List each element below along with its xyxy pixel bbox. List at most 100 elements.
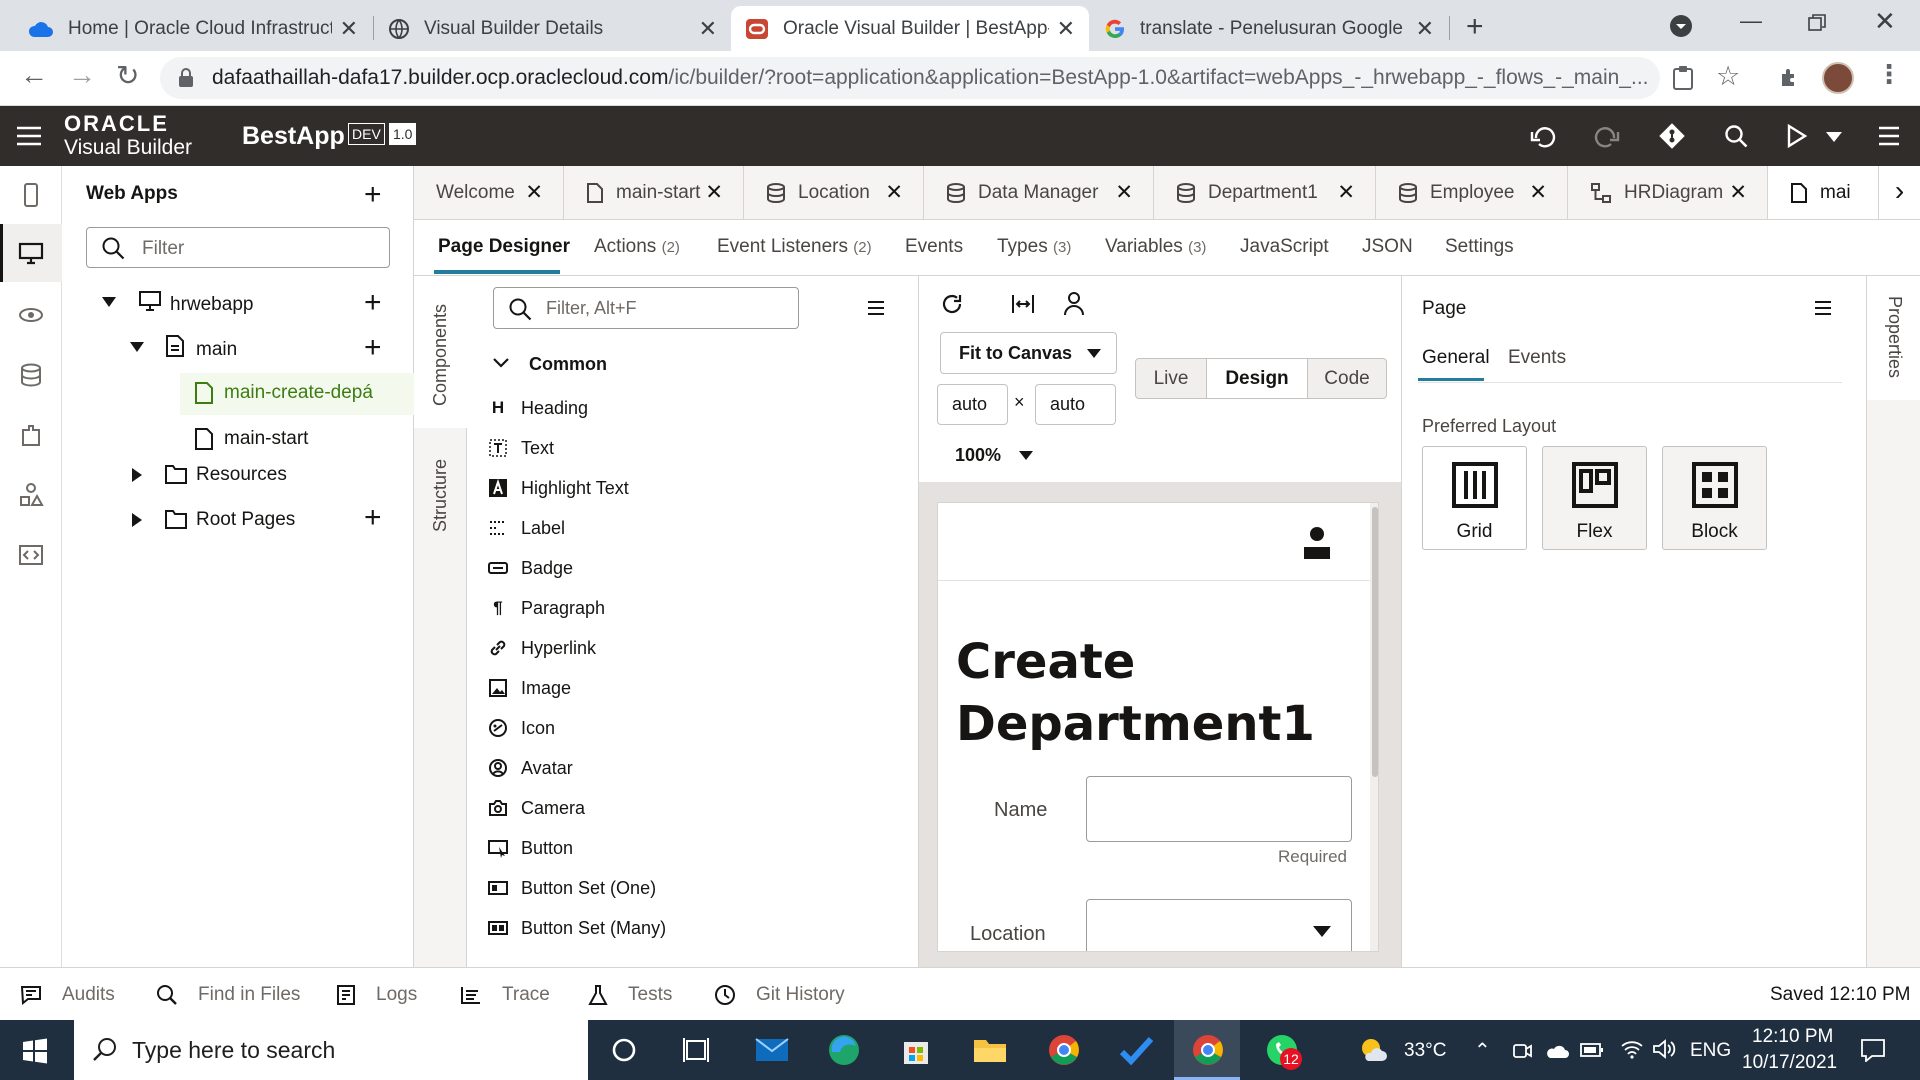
file-explorer-icon[interactable]	[970, 1030, 1010, 1070]
onedrive-cloud-icon[interactable]	[1544, 1042, 1570, 1060]
add-web-app-plus-icon[interactable]: +	[364, 180, 382, 210]
user-preview-icon[interactable]	[1062, 290, 1086, 316]
close-icon[interactable]: ✕	[1115, 180, 1133, 205]
logs-button[interactable]: Logs	[336, 984, 417, 1006]
tree-item-main-start[interactable]: main-start	[224, 428, 308, 450]
close-icon[interactable]: ✕	[1729, 180, 1747, 205]
add-flow-plus-icon[interactable]: +	[364, 288, 382, 318]
browser-tab-vb-details[interactable]: Visual Builder Details ✕	[374, 6, 731, 51]
component-button[interactable]: Button	[487, 833, 573, 863]
business-objects-icon[interactable]	[18, 362, 44, 388]
navigator-filter-input[interactable]: Filter	[86, 227, 390, 268]
profile-avatar[interactable]	[1822, 62, 1854, 94]
todo-check-icon[interactable]	[1116, 1030, 1156, 1070]
trace-button[interactable]: Trace	[460, 984, 550, 1006]
component-button-set-many[interactable]: Button Set (Many)	[487, 913, 666, 943]
component-text[interactable]: Text	[487, 433, 554, 463]
close-icon[interactable]: ✕	[1337, 180, 1355, 205]
component-group-common[interactable]: Common	[529, 354, 607, 375]
components-filter-input[interactable]: Filter, Alt+F	[493, 287, 799, 329]
tree-item-resources[interactable]: Resources	[196, 464, 287, 486]
zoom-select[interactable]: 100%	[955, 445, 1001, 466]
user-avatar-icon[interactable]	[1303, 525, 1331, 561]
location-select[interactable]	[1086, 899, 1352, 951]
collapse-caret-icon[interactable]	[102, 297, 116, 307]
tab-settings[interactable]: Settings	[1445, 236, 1514, 258]
mode-live-button[interactable]: Live	[1135, 358, 1207, 399]
weather-sun-icon[interactable]	[1358, 1036, 1388, 1064]
palette-menu-icon[interactable]	[867, 300, 885, 316]
tab-search-chevron-icon[interactable]	[1668, 13, 1694, 39]
component-paragraph[interactable]: ¶ Paragraph	[487, 593, 605, 623]
tests-button[interactable]: Tests	[588, 984, 672, 1006]
services-icon[interactable]	[18, 302, 44, 328]
browser-tab-oracle-vb[interactable]: Oracle Visual Builder | BestApp-1 ✕	[731, 6, 1089, 51]
task-view-icon[interactable]	[676, 1030, 716, 1070]
undo-icon[interactable]	[1530, 124, 1556, 148]
component-icon[interactable]: Icon	[487, 713, 555, 743]
fit-width-icon[interactable]	[1010, 292, 1036, 316]
component-button-set-one[interactable]: Button Set (One)	[487, 873, 656, 903]
layout-grid-button[interactable]: Grid	[1422, 446, 1527, 550]
weather-temperature[interactable]: 33°C	[1404, 1040, 1446, 1062]
tab-variables[interactable]: Variables (3)	[1105, 236, 1206, 258]
tab-events[interactable]: Events	[1508, 347, 1566, 369]
audits-button[interactable]: Audits	[20, 984, 115, 1006]
component-avatar[interactable]: Avatar	[487, 753, 573, 783]
tab-page-designer[interactable]: Page Designer	[438, 236, 570, 258]
component-highlight-text[interactable]: Highlight Text	[487, 473, 629, 503]
notifications-icon[interactable]	[1860, 1038, 1886, 1062]
preview-scrollbar[interactable]	[1370, 503, 1378, 951]
close-icon[interactable]: ✕	[885, 180, 903, 205]
web-apps-icon[interactable]	[18, 240, 44, 266]
add-root-page-plus-icon[interactable]: +	[364, 503, 382, 533]
tree-item-root-pages[interactable]: Root Pages	[196, 509, 295, 531]
redo-icon[interactable]	[1594, 124, 1620, 148]
mail-icon[interactable]	[752, 1030, 792, 1070]
chevron-down-icon[interactable]	[493, 358, 509, 368]
component-camera[interactable]: Camera	[487, 793, 585, 823]
component-hyperlink[interactable]: Hyperlink	[487, 633, 596, 663]
chevron-down-icon[interactable]	[1019, 451, 1033, 460]
input-language[interactable]: ENG	[1690, 1040, 1731, 1062]
processes-icon[interactable]	[18, 482, 44, 508]
close-icon[interactable]: ✕	[699, 16, 717, 42]
taskbar-search[interactable]: Type here to search	[74, 1020, 588, 1080]
git-history-button[interactable]: Git History	[714, 984, 845, 1006]
chrome-icon[interactable]	[1188, 1030, 1228, 1070]
vtab-components[interactable]: Components	[430, 304, 451, 406]
git-icon[interactable]	[1658, 122, 1686, 150]
close-icon[interactable]: ✕	[1416, 16, 1434, 42]
component-heading[interactable]: H Heading	[487, 393, 588, 423]
clock-time[interactable]: 12:10 PM	[1752, 1026, 1833, 1048]
tree-item-hrwebapp[interactable]: hrwebapp	[170, 294, 253, 316]
window-close-icon[interactable]: ✕	[1874, 6, 1896, 37]
component-label[interactable]: Label	[487, 513, 565, 543]
meet-now-icon[interactable]	[1512, 1040, 1532, 1062]
back-icon[interactable]: ←	[20, 59, 48, 91]
name-input[interactable]	[1086, 776, 1352, 842]
fit-to-canvas-select[interactable]: Fit to Canvas	[940, 332, 1117, 374]
editor-tab-location[interactable]: Location ✕	[744, 166, 924, 219]
editor-tab-data-manager[interactable]: Data Manager ✕	[924, 166, 1154, 219]
component-image[interactable]: Image	[487, 673, 571, 703]
app-menu-icon[interactable]	[1878, 126, 1900, 146]
editor-tab-main-create[interactable]: mai	[1768, 166, 1878, 219]
vtab-structure[interactable]: Structure	[430, 459, 451, 532]
clipboard-icon[interactable]	[1672, 65, 1694, 91]
close-icon[interactable]: ✕	[1057, 16, 1075, 42]
close-icon[interactable]: ✕	[525, 180, 543, 205]
edge-icon[interactable]	[824, 1030, 864, 1070]
url-field[interactable]: dafaathaillah-dafa17.builder.ocp.oraclec…	[160, 57, 1660, 99]
minimize-icon[interactable]: —	[1740, 8, 1762, 34]
mode-design-button[interactable]: Design	[1206, 358, 1308, 399]
close-icon[interactable]: ✕	[1529, 180, 1547, 205]
tab-events[interactable]: Events	[905, 236, 963, 258]
volume-icon[interactable]	[1652, 1038, 1676, 1060]
tabs-scroll-right-chevron-icon[interactable]: ›	[1878, 166, 1920, 219]
lock-icon[interactable]	[178, 68, 194, 88]
mobile-apps-icon[interactable]	[18, 182, 44, 208]
tab-javascript[interactable]: JavaScript	[1240, 236, 1329, 258]
battery-icon[interactable]	[1580, 1042, 1604, 1058]
collapse-caret-icon[interactable]	[130, 342, 144, 352]
